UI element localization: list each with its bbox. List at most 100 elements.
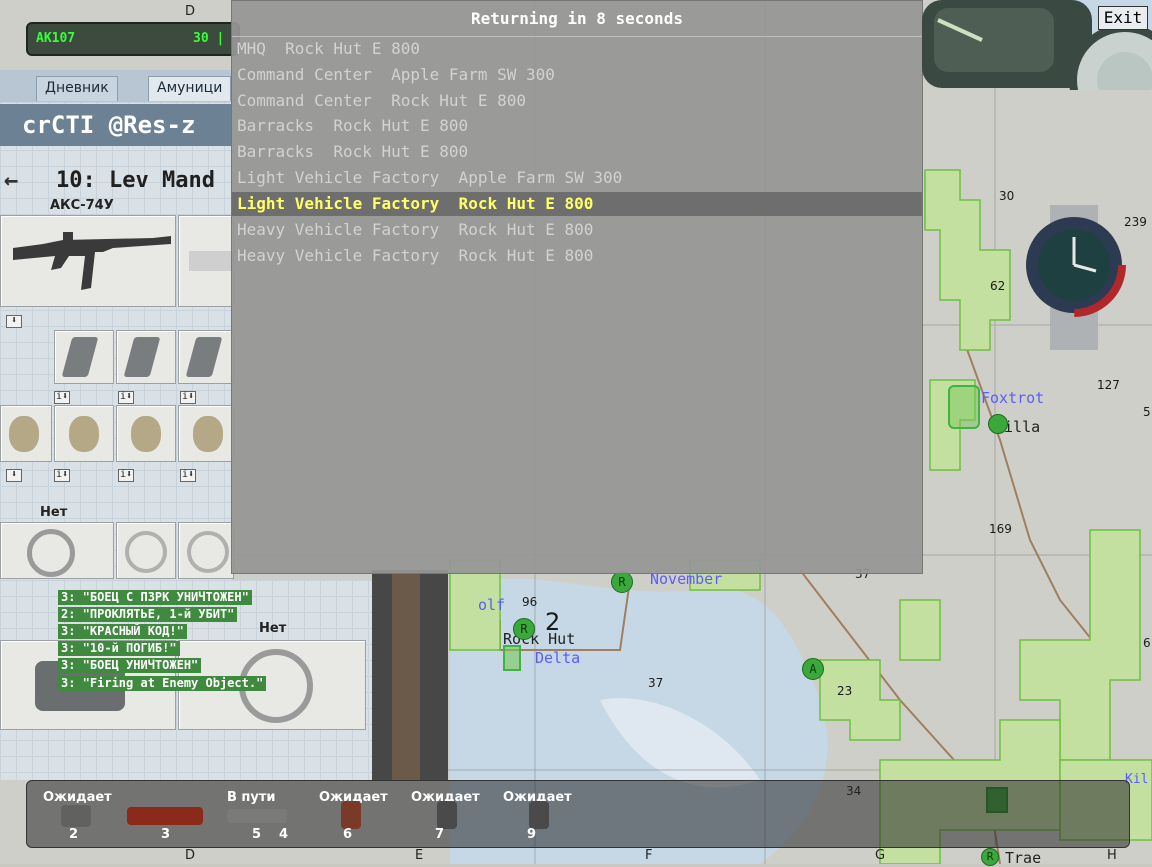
map-marker-r[interactable]: R: [513, 618, 535, 640]
chat-message: 3: "БОЕЦ С ПЗРК УНИЧТОЖЕН": [58, 590, 252, 605]
map-elevation: 169: [989, 522, 1012, 536]
unit-number: 9: [527, 827, 537, 842]
grenade-slot[interactable]: [54, 405, 114, 462]
unit-marker-icon[interactable]: [503, 645, 521, 671]
grid-letter-bottom: G: [875, 848, 886, 863]
chat-message: 2: "ПРОКЛЯТЬЕ, 1-й УБИТ": [58, 607, 238, 622]
soldier-icon[interactable]: [437, 801, 457, 829]
unit-status: В пути: [227, 790, 276, 805]
diary-panel: [0, 70, 232, 580]
weapon-status-bar: AK107 30 |: [26, 22, 240, 56]
empty-slot-icon: [187, 531, 229, 573]
primary-weapon-slot[interactable]: [0, 215, 176, 307]
grid-letter-bottom: F: [645, 848, 653, 863]
grid-letter-top: D: [185, 4, 196, 19]
unit-number: 3: [161, 827, 171, 842]
respawn-option[interactable]: Command Center Rock Hut E 800: [232, 89, 922, 113]
map-marker-villa[interactable]: [988, 414, 1008, 434]
soldier-icon[interactable]: [529, 801, 549, 829]
weapon-ammo: 30 |: [193, 31, 225, 46]
unit-number: 2: [69, 827, 79, 842]
primary-weapon-name: АКС-74У: [50, 198, 114, 213]
grenade-slot[interactable]: [178, 405, 234, 462]
info-icon[interactable]: i⬇: [54, 391, 70, 404]
chat-message: 3: "Firing at Enemy Object.": [58, 676, 267, 691]
grid-letter-bottom: E: [415, 848, 424, 863]
respawn-option[interactable]: Command Center Apple Farm SW 300: [232, 63, 922, 87]
respawn-option[interactable]: Light Vehicle Factory Apple Farm SW 300: [232, 166, 922, 190]
unit-number: 7: [435, 827, 445, 842]
empty-slot-icon: [125, 531, 167, 573]
secondary-label: Нет: [259, 621, 287, 636]
map-elevation: 239: [1124, 215, 1147, 229]
unit-status: Ожидает: [43, 790, 112, 805]
unit-number: 6: [343, 827, 353, 842]
respawn-option[interactable]: Barracks Rock Hut E 800: [232, 140, 922, 164]
respawn-dialog: Returning in 8 seconds MHQ Rock Hut E 80…: [231, 0, 923, 574]
map-label-trae: Trae: [1005, 849, 1042, 867]
weapon-name: AK107: [36, 31, 76, 46]
map-elevation: 30: [999, 189, 1015, 203]
unit-title: 10: Lev Mand: [56, 168, 215, 193]
arrow-left-icon[interactable]: ←: [4, 166, 18, 194]
map-elevation: 5: [1143, 405, 1151, 419]
info-icon[interactable]: i⬇: [180, 469, 196, 482]
map-elevation: 96: [522, 595, 538, 609]
tab-diary[interactable]: Дневник: [36, 76, 118, 101]
map-label-delta[interactable]: Delta: [535, 649, 580, 667]
respawn-countdown: Returning in 8 seconds: [471, 9, 683, 28]
tank-icon[interactable]: [127, 807, 203, 825]
map-elevation: 37: [648, 676, 664, 690]
server-title: crCTI @Res-z: [0, 104, 232, 146]
map-marker-r[interactable]: R: [981, 848, 999, 866]
rifle-icon: [13, 232, 171, 290]
map-label-golf[interactable]: olf: [478, 596, 505, 614]
info-icon[interactable]: ⬇: [6, 469, 22, 482]
map-marker-r[interactable]: R: [611, 571, 633, 593]
magazine-slot[interactable]: [178, 330, 234, 384]
empty-slot-icon: [27, 529, 75, 577]
soldier-icon[interactable]: [341, 801, 361, 829]
map-elevation: 62: [990, 279, 1006, 293]
grenade-slot[interactable]: [116, 405, 176, 462]
respawn-option[interactable]: Heavy Vehicle Factory Rock Hut E 800: [232, 244, 922, 268]
respawn-option[interactable]: Barracks Rock Hut E 800: [232, 114, 922, 138]
respawn-option[interactable]: MHQ Rock Hut E 800: [232, 37, 922, 61]
grid-letter-bottom: D: [185, 848, 196, 863]
secondary-weapon-slot[interactable]: [178, 215, 234, 307]
map-elevation: 23: [837, 684, 853, 698]
exit-button[interactable]: Exit: [1098, 6, 1148, 30]
unit-number: 5: [252, 827, 262, 842]
map-elevation: 6: [1143, 636, 1151, 650]
info-icon[interactable]: i⬇: [180, 391, 196, 404]
info-icon[interactable]: ⬇: [6, 315, 22, 328]
team-status-bar: Ожидает В пути Ожидает Ожидает Ожидает 2…: [26, 780, 1130, 848]
map-elevation: 127: [1097, 378, 1120, 392]
grenade-slot[interactable]: [0, 405, 52, 462]
diary-tab-bar: Дневник Амуници: [0, 70, 232, 102]
tab-ammunition[interactable]: Амуници: [148, 76, 232, 101]
respawn-option-selected[interactable]: Light Vehicle Factory Rock Hut E 800: [232, 192, 922, 216]
info-icon[interactable]: i⬇: [54, 469, 70, 482]
respawn-option[interactable]: Heavy Vehicle Factory Rock Hut E 800: [232, 218, 922, 242]
chat-message: 3: "10-й ПОГИБ!": [58, 641, 180, 656]
watch-icon[interactable]: [1022, 205, 1126, 350]
info-icon[interactable]: i⬇: [118, 391, 134, 404]
unit-marker-icon[interactable]: [948, 385, 980, 429]
chat-message: 3: "БОЕЦ УНИЧТОЖЕН": [58, 658, 202, 673]
unit-number: 4: [279, 827, 289, 842]
soldier-icon[interactable]: [61, 805, 91, 827]
grid-letter-bottom: H: [1107, 848, 1117, 863]
sidearm-slot[interactable]: [0, 522, 114, 579]
chat-message: 3: "КРАСНЫЙ КОД!": [58, 624, 187, 639]
info-icon[interactable]: i⬇: [118, 469, 134, 482]
map-marker-a[interactable]: A: [802, 658, 824, 680]
sidearm-ammo-slot[interactable]: [178, 522, 234, 579]
sidearm-ammo-slot[interactable]: [116, 522, 176, 579]
magazine-slot[interactable]: [116, 330, 176, 384]
map-label-foxtrot[interactable]: Foxtrot: [981, 389, 1044, 407]
unit-header: ← 10: Lev Mand: [0, 166, 232, 196]
vehicle-icon[interactable]: [227, 809, 287, 823]
sidearm-label: Нет: [40, 505, 68, 520]
magazine-slot[interactable]: [54, 330, 114, 384]
